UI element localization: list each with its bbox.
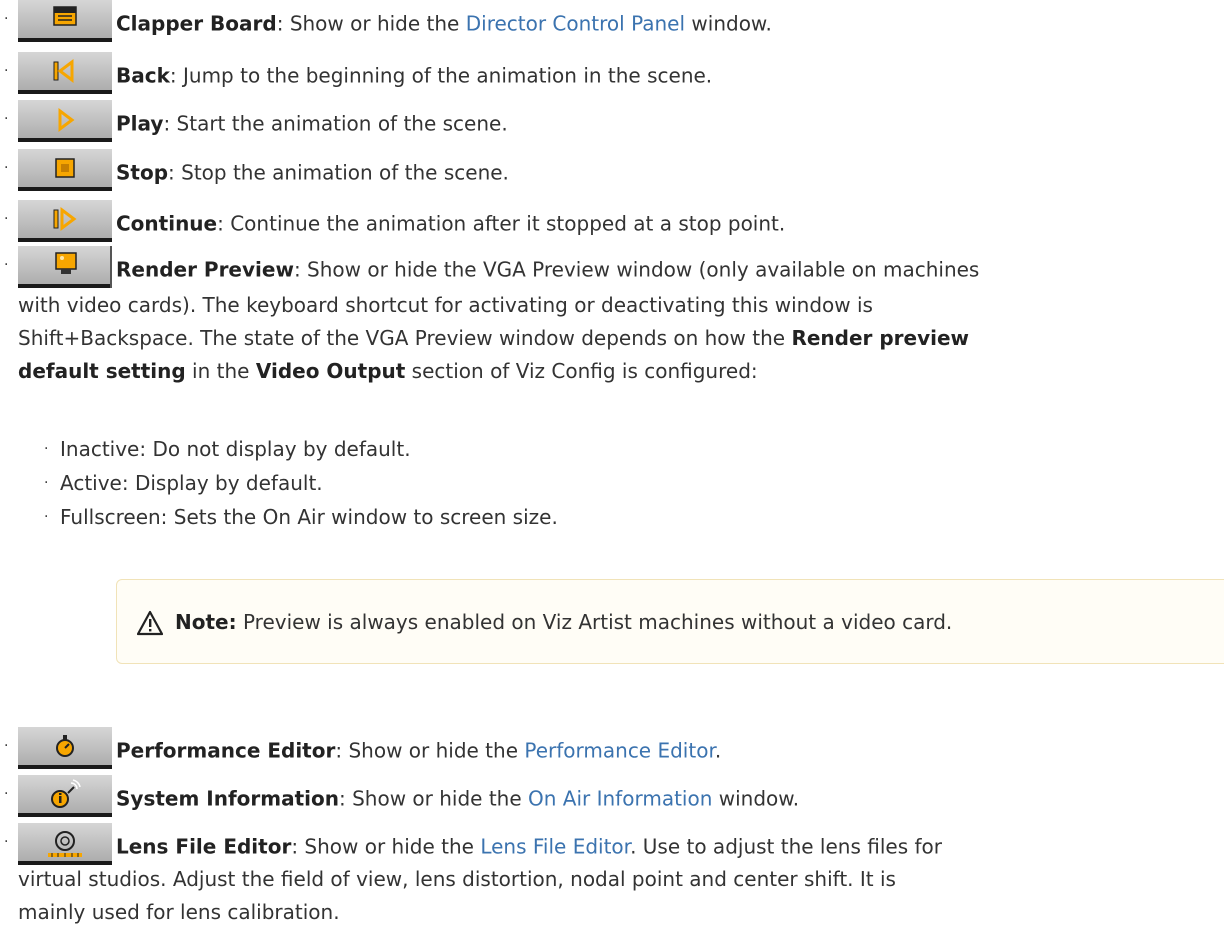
item-text: : Stop the animation of the scene. — [168, 160, 509, 185]
item-text: window. — [712, 786, 800, 811]
item-text: : Show or hide the — [335, 738, 525, 763]
item-text: : Show or hide the — [276, 11, 466, 36]
bullet: · — [4, 160, 9, 176]
item-text: . — [714, 738, 722, 763]
row: Back: Jump to the beginning of the anima… — [18, 52, 713, 98]
item-title: Back — [116, 63, 170, 88]
row: System Information: Show or hide the On … — [18, 775, 800, 821]
bullet: · — [4, 257, 9, 273]
sub-list-item: · Active: Display by default. — [44, 468, 323, 498]
render-preview-icon — [18, 246, 112, 288]
performance-editor-icon — [18, 727, 112, 769]
item-title: Performance Editor — [116, 738, 336, 763]
item-text: : Show or hide the VGA Preview window (o… — [293, 257, 980, 282]
paragraph-line: with video cards). The keyboard shortcut… — [18, 293, 873, 317]
text: in the — [185, 359, 256, 383]
item-text: : Jump to the beginning of the animation… — [169, 63, 713, 88]
clapper-board-icon — [18, 0, 112, 42]
row: Clapper Board: Show or hide the Director… — [18, 0, 772, 46]
on-air-information-link[interactable]: On Air Information — [528, 787, 712, 811]
setting-name: Render preview — [791, 326, 970, 350]
bullet: · — [44, 475, 49, 491]
item-title: Lens File Editor — [116, 834, 292, 859]
option-text: Active: Display by default. — [60, 471, 323, 495]
row: Render Preview: Show or hide the VGA Pre… — [18, 246, 980, 292]
system-information-icon — [18, 775, 112, 817]
setting-name: default setting — [18, 359, 186, 383]
text: section of Viz Config is configured: — [405, 359, 758, 383]
row: Continue: Continue the animation after i… — [18, 200, 786, 246]
option-text: Fullscreen: Sets the On Air window to sc… — [60, 505, 558, 529]
item-title: Stop — [116, 160, 169, 185]
continue-icon — [18, 200, 112, 242]
lens-file-editor-icon — [18, 823, 112, 865]
item-text: : Show or hide the — [339, 786, 529, 811]
bullet: · — [44, 509, 49, 525]
sub-list-item: · Inactive: Do not display by default. — [44, 434, 411, 464]
option-text: Inactive: Do not display by default. — [60, 437, 411, 461]
bullet: · — [4, 211, 9, 227]
sub-list-item: · Fullscreen: Sets the On Air window to s… — [44, 502, 558, 532]
bullet: · — [4, 111, 9, 127]
performance-editor-link[interactable]: Performance Editor — [524, 739, 714, 763]
stop-icon — [18, 149, 112, 191]
bullet: · — [4, 786, 9, 802]
item-text: : Start the animation of the scene. — [163, 111, 508, 136]
row: Play: Start the animation of the scene. — [18, 100, 508, 146]
item-title: System Information — [116, 786, 339, 811]
item-text: : Show or hide the — [291, 834, 481, 859]
row: Stop: Stop the animation of the scene. — [18, 149, 509, 195]
row: Performance Editor: Show or hide the Per… — [18, 727, 722, 773]
note-box: Note: Preview is always enabled on Viz A… — [116, 579, 1224, 664]
note-label: Note: — [175, 610, 237, 634]
bullet: · — [4, 834, 9, 850]
bullet: · — [4, 738, 9, 754]
paragraph-line: virtual studios. Adjust the field of vie… — [18, 867, 896, 891]
item-text: window. — [685, 11, 772, 36]
item-text: . Use to adjust the lens files for — [630, 834, 942, 859]
note-text: Note: Preview is always enabled on Viz A… — [175, 607, 952, 637]
play-icon — [18, 100, 112, 142]
note-body: Preview is always enabled on Viz Artist … — [236, 610, 953, 634]
item-text: : Continue the animation after it stoppe… — [217, 211, 786, 236]
text: Shift+Backspace. The state of the VGA Pr… — [18, 326, 792, 350]
lens-file-editor-link[interactable]: Lens File Editor — [480, 835, 630, 859]
item-title: Render Preview — [116, 257, 294, 282]
item-title: Play — [116, 111, 164, 136]
warning-icon — [136, 610, 164, 636]
paragraph-line: Shift+Backspace. The state of the VGA Pr… — [18, 323, 1218, 353]
bullet: · — [44, 441, 49, 457]
bullet: · — [4, 11, 9, 27]
paragraph-line: default setting in the Video Output sect… — [18, 356, 1218, 386]
paragraph-line: mainly used for lens calibration. — [18, 900, 340, 924]
director-control-panel-link[interactable]: Director Control Panel — [466, 12, 685, 36]
section-name: Video Output — [255, 359, 406, 383]
item-title: Continue — [116, 211, 218, 236]
item-title: Clapper Board — [116, 11, 277, 36]
back-icon — [18, 52, 112, 94]
bullet: · — [4, 63, 9, 79]
row: Lens File Editor: Show or hide the Lens … — [18, 823, 942, 869]
